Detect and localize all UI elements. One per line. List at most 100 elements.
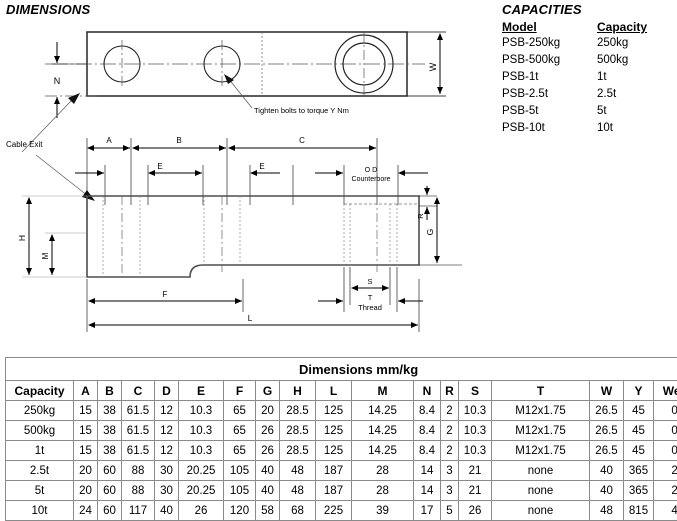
cell-r: 5 — [441, 501, 459, 521]
cell-b: 60 — [98, 481, 122, 501]
torque-note-label: Tighten bolts to torque Y Nm — [254, 106, 349, 115]
cell-h: 48 — [280, 461, 316, 481]
col-header-capacity: Capacity — [6, 381, 74, 401]
cell-e: 20.25 — [179, 481, 224, 501]
capacities-list: Model Capacity PSB-250kg 250kg PSB-500kg… — [502, 20, 647, 137]
cell-m: 28 — [352, 461, 414, 481]
cell-weight: 0.65 — [654, 421, 677, 441]
cell-l: 125 — [316, 401, 352, 421]
list-item: PSB-250kg 250kg — [502, 35, 647, 52]
capacity-value: 1t — [597, 69, 647, 86]
cell-capacity: 500kg — [6, 421, 74, 441]
cell-e: 10.3 — [179, 401, 224, 421]
cell-b: 38 — [98, 401, 122, 421]
cell-n: 8.4 — [414, 421, 441, 441]
cell-b: 38 — [98, 421, 122, 441]
cell-t: M12x1.75 — [492, 401, 590, 421]
cell-n: 8.4 — [414, 401, 441, 421]
table-row: 250kg 15 38 61.5 12 10.3 65 20 28.5 125 … — [6, 401, 677, 421]
cell-capacity: 2.5t — [6, 461, 74, 481]
capacity-model: PSB-2.5t — [502, 86, 597, 103]
col-header-w: W — [590, 381, 624, 401]
dim-label-F: F — [163, 290, 168, 299]
cell-y: 365 — [624, 461, 654, 481]
cell-capacity: 250kg — [6, 401, 74, 421]
cell-c: 61.5 — [122, 441, 155, 461]
cell-e: 20.25 — [179, 461, 224, 481]
cell-w: 26.5 — [590, 401, 624, 421]
cell-capacity: 5t — [6, 481, 74, 501]
cell-n: 8.4 — [414, 441, 441, 461]
col-header-t: T — [492, 381, 590, 401]
cell-t: none — [492, 501, 590, 521]
cell-d: 30 — [155, 461, 179, 481]
cell-e: 10.3 — [179, 421, 224, 441]
cell-h: 28.5 — [280, 421, 316, 441]
capacity-value: 250kg — [597, 35, 647, 52]
counterbore-label: Counterbore — [352, 176, 391, 183]
list-item: PSB-10t 10t — [502, 120, 647, 137]
capacity-value: 2.5t — [597, 86, 647, 103]
cell-d: 40 — [155, 501, 179, 521]
cell-c: 117 — [122, 501, 155, 521]
cell-t: M12x1.75 — [492, 441, 590, 461]
col-header-a: A — [74, 381, 98, 401]
cell-t: none — [492, 461, 590, 481]
dim-label-W: W — [428, 62, 438, 71]
dimension-chain-e: E E O D Counterbore — [75, 162, 428, 205]
cell-d: 30 — [155, 481, 179, 501]
cell-g: 40 — [256, 461, 280, 481]
cell-t: none — [492, 481, 590, 501]
col-header-h: H — [280, 381, 316, 401]
col-header-c: C — [122, 381, 155, 401]
list-item: PSB-2.5t 2.5t — [502, 86, 647, 103]
table-row: 1t 15 38 61.5 12 10.3 65 26 28.5 125 14.… — [6, 441, 677, 461]
cell-a: 20 — [74, 481, 98, 501]
cell-h: 48 — [280, 481, 316, 501]
cell-g: 20 — [256, 401, 280, 421]
cell-weight: 2.20 — [654, 461, 677, 481]
cell-s: 10.3 — [459, 441, 492, 461]
col-header-m: M — [352, 381, 414, 401]
capacity-value: 10t — [597, 120, 647, 137]
cell-y: 45 — [624, 401, 654, 421]
cell-m: 28 — [352, 481, 414, 501]
cell-y: 45 — [624, 421, 654, 441]
cable-exit-label: Cable Exit — [6, 140, 43, 149]
cell-m: 14.25 — [352, 401, 414, 421]
dimension-chain-abc: A B C — [87, 136, 377, 205]
col-header-d: D — [155, 381, 179, 401]
dim-label-R: R — [416, 213, 425, 219]
col-header-b: B — [98, 381, 122, 401]
cell-s: 21 — [459, 461, 492, 481]
dim-label-M: M — [41, 252, 50, 259]
counterbore-od-label: O D — [365, 167, 377, 174]
col-header-weight: Weight — [654, 381, 677, 401]
cell-b: 60 — [98, 461, 122, 481]
cell-s: 26 — [459, 501, 492, 521]
capacity-value: 5t — [597, 103, 647, 120]
cell-r: 3 — [441, 461, 459, 481]
dim-label-A: A — [106, 136, 112, 145]
cell-c: 88 — [122, 461, 155, 481]
datasheet-page: DIMENSIONS CAPACITIES Model Capacity PSB… — [0, 0, 677, 515]
elevation-view: H M R G S T Thread — [17, 186, 462, 332]
cell-m: 39 — [352, 501, 414, 521]
dim-label-S: S — [367, 277, 372, 286]
cell-s: 21 — [459, 481, 492, 501]
capacity-model: PSB-5t — [502, 103, 597, 120]
plan-view: W N Tighten bolts to torque Y Nm — [22, 32, 446, 152]
dim-label-C: C — [299, 136, 305, 145]
cell-l: 187 — [316, 461, 352, 481]
dimensions-table-title-row: Dimensions mm/kg — [6, 358, 677, 381]
dim-label-H: H — [17, 235, 27, 241]
cell-d: 12 — [155, 441, 179, 461]
cell-capacity: 1t — [6, 441, 74, 461]
cell-m: 14.25 — [352, 441, 414, 461]
cell-weight: 0.65 — [654, 401, 677, 421]
cell-y: 45 — [624, 441, 654, 461]
cell-w: 26.5 — [590, 441, 624, 461]
capacities-table: Model Capacity PSB-250kg 250kg PSB-500kg… — [502, 20, 647, 137]
cell-capacity: 10t — [6, 501, 74, 521]
cell-r: 2 — [441, 401, 459, 421]
